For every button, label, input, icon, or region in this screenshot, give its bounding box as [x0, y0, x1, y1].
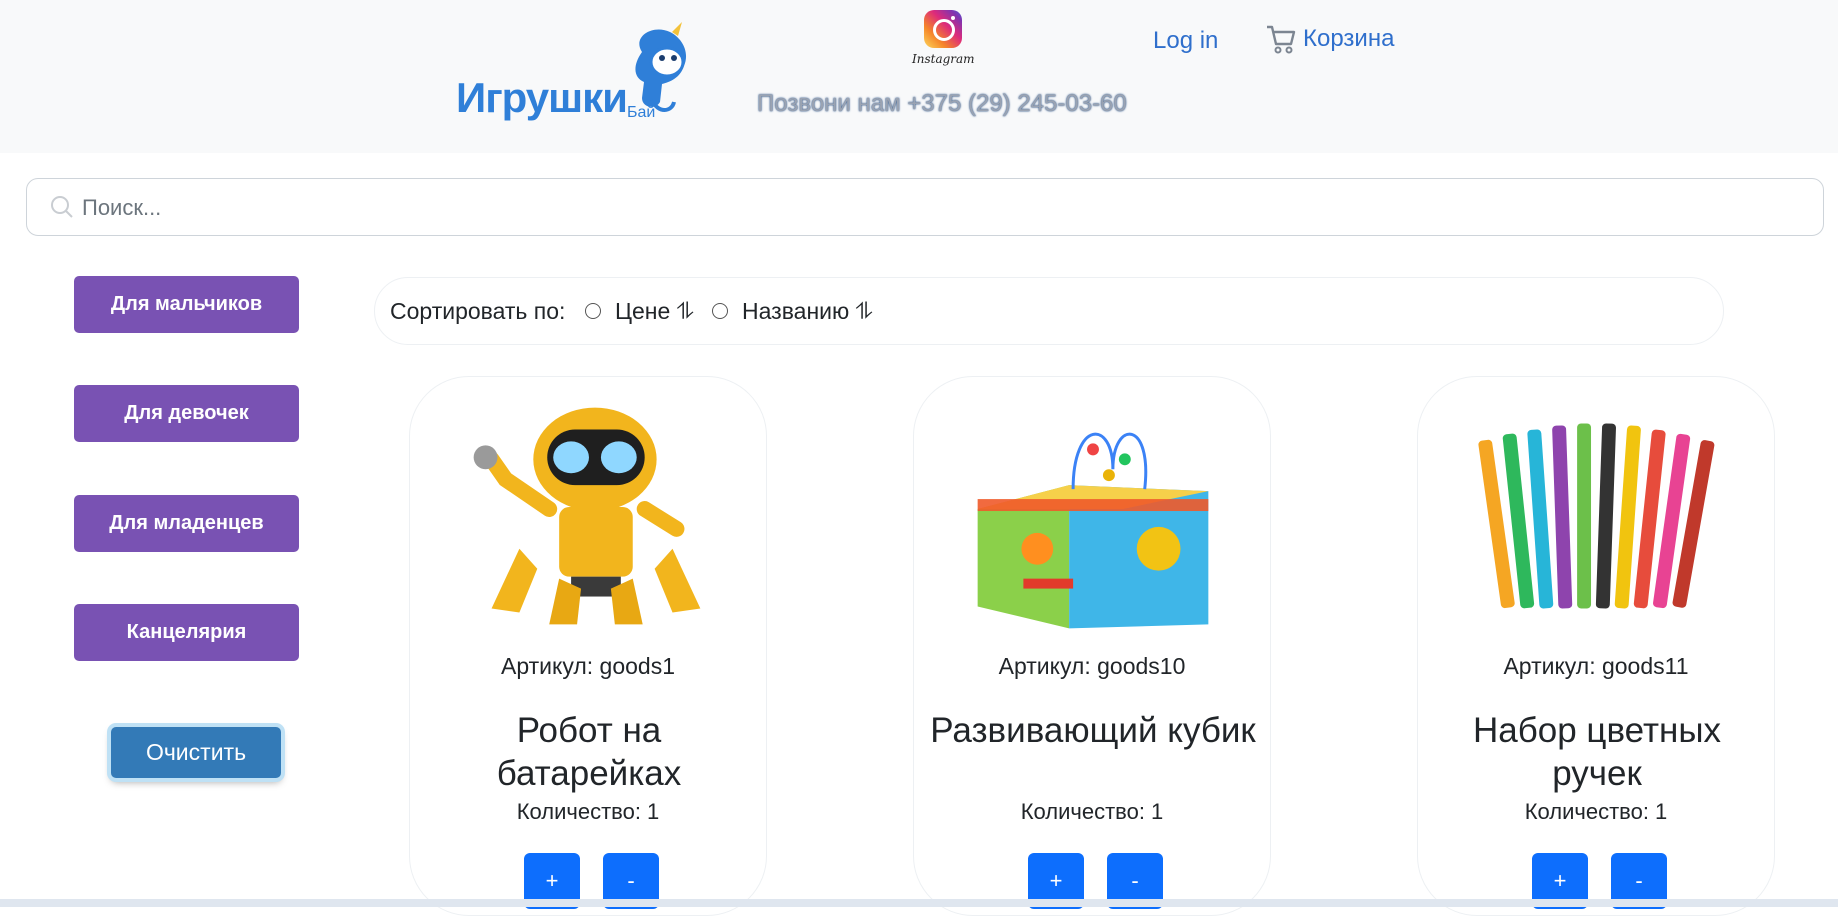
- logo-text: Игрушки: [456, 74, 628, 121]
- instagram-link[interactable]: Instagram: [912, 10, 975, 72]
- product-card: Артикул: goods1 Робот на батарейках Коли…: [409, 376, 767, 916]
- activity-cube-image: [977, 432, 1209, 629]
- clear-filters-button[interactable]: Очистить: [111, 727, 281, 778]
- search-icon: [51, 196, 73, 218]
- product-card: Артикул: goods11 Набор цветных ручек Кол…: [1417, 376, 1775, 916]
- product-quantity: Количество: 1: [1524, 799, 1668, 824]
- product-title: Робот на батарейках: [496, 711, 682, 793]
- sort-name-label[interactable]: Названию ⥮: [742, 298, 872, 325]
- horizontal-scrollbar[interactable]: [0, 899, 1838, 907]
- product-sku: Артикул: goods10: [998, 653, 1186, 679]
- logo-subtext: Бай: [627, 104, 656, 121]
- product-sku: Артикул: goods1: [501, 653, 675, 679]
- category-babies-button[interactable]: Для младенцев: [74, 495, 299, 552]
- site-logo[interactable]: Игрушки Бай: [452, 22, 692, 132]
- search-input[interactable]: [80, 190, 1784, 226]
- product-quantity: Количество: 1: [1020, 799, 1164, 824]
- phone-number: Позвони нам +375 (29) 245-03-60: [757, 90, 1127, 117]
- category-stationery-button[interactable]: Канцелярия: [74, 604, 299, 661]
- product-sku: Артикул: goods11: [1503, 653, 1689, 679]
- instagram-icon: [924, 10, 962, 48]
- instagram-label: Instagram: [912, 52, 975, 66]
- sort-name-radio[interactable]: [712, 303, 728, 319]
- product-card: Артикул: goods10 Развивающий кубик Колич…: [913, 376, 1271, 916]
- cart-icon: [1267, 25, 1296, 54]
- cart-label: Корзина: [1303, 25, 1395, 52]
- site-header: Игрушки Бай Instagram Позвони нам +375 (…: [0, 0, 1838, 153]
- product-title: Развивающий кубик: [930, 711, 1256, 750]
- login-link[interactable]: Log in: [1153, 27, 1218, 55]
- robot-toy-image: [473, 407, 701, 625]
- sort-price-label[interactable]: Цене ⥮: [615, 298, 693, 325]
- category-boys-button[interactable]: Для мальчиков: [74, 276, 299, 333]
- sort-bar: [374, 277, 1724, 345]
- cart-link[interactable]: Корзина: [1265, 24, 1394, 54]
- sort-price-radio[interactable]: [585, 303, 601, 319]
- product-quantity: Количество: 1: [516, 799, 660, 824]
- product-title: Набор цветных ручек: [1472, 711, 1721, 793]
- colored-markers-image: [1478, 423, 1715, 609]
- sort-label: Сортировать по:: [390, 298, 566, 324]
- category-girls-button[interactable]: Для девочек: [74, 385, 299, 442]
